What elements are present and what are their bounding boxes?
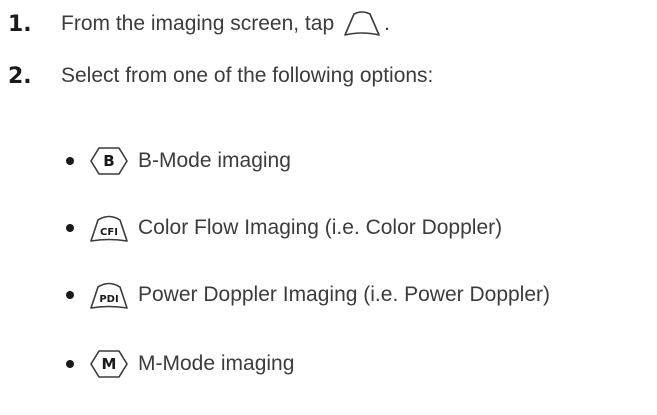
step-number: 1. — [8, 11, 32, 37]
bullet — [66, 360, 74, 368]
option-m-mode: M M-Mode imaging — [66, 344, 294, 384]
pdi-icon-label: PDI — [99, 293, 119, 305]
m-mode-icon: M — [88, 348, 130, 380]
step-text: Select from one of the following options… — [61, 64, 434, 87]
option-label: Color Flow Imaging (i.e. Color Doppler) — [138, 216, 503, 239]
option-cfi: CFI Color Flow Imaging (i.e. Color Doppl… — [66, 208, 502, 248]
step-text: From the imaging screen, tap . — [61, 9, 390, 39]
step-1-text: From the imaging screen, tap — [61, 12, 335, 35]
bullet — [66, 291, 74, 299]
probe-outline-icon — [344, 11, 380, 36]
option-label: Power Doppler Imaging (i.e. Power Dopple… — [138, 283, 551, 306]
bullet — [66, 157, 74, 165]
option-pdi: PDI Power Doppler Imaging (i.e. Power Do… — [66, 275, 550, 315]
step-number: 2. — [8, 63, 32, 89]
cfi-icon-label: CFI — [100, 226, 118, 238]
b-mode-icon-label: B — [103, 152, 115, 170]
option-label: B-Mode imaging — [138, 149, 291, 172]
option-b-mode: B B-Mode imaging — [66, 141, 291, 181]
bullet — [66, 224, 74, 232]
cfi-icon: CFI — [88, 212, 130, 244]
m-mode-icon-label: M — [101, 355, 117, 373]
b-mode-icon: B — [88, 145, 130, 177]
pdi-icon: PDI — [88, 279, 130, 311]
option-label: M-Mode imaging — [138, 352, 295, 375]
step-1-suffix: . — [384, 12, 390, 35]
